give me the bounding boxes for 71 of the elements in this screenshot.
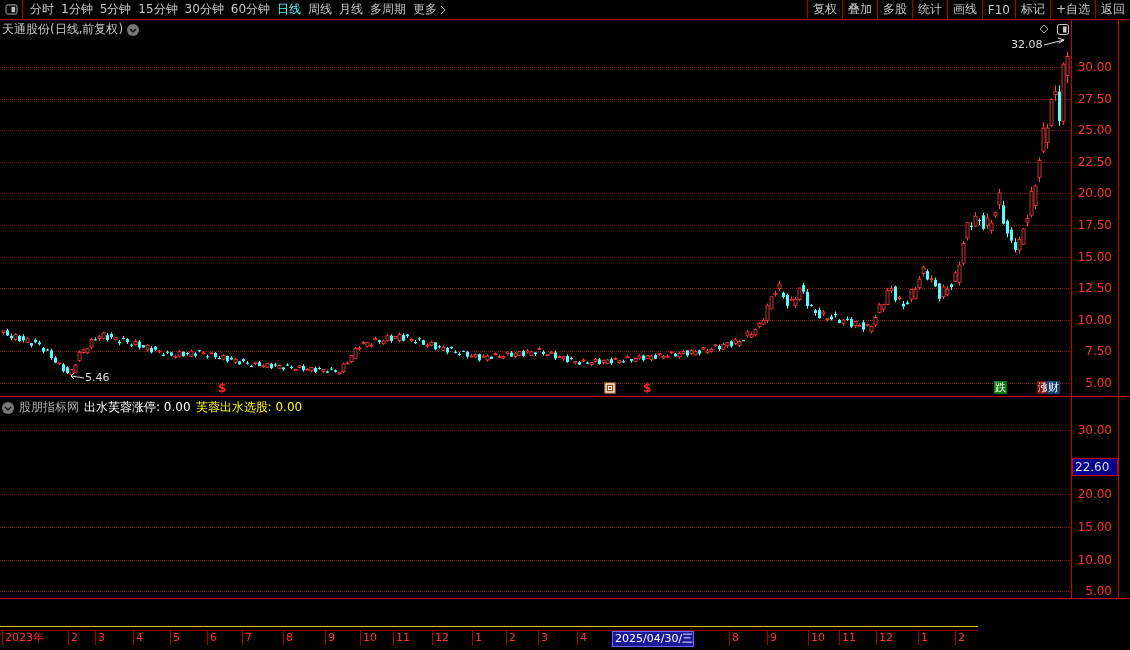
axis-label: 5.00 <box>1085 376 1112 390</box>
date-label: 11 <box>839 631 856 645</box>
period-tab[interactable]: 15分钟 <box>138 1 178 18</box>
dropdown-icon[interactable] <box>2 401 14 414</box>
signal-mark: $ <box>218 381 227 395</box>
indicator-value: 芙蓉出水选股: 0.00 <box>195 399 303 416</box>
current-value-label: 22.60 <box>1072 458 1118 476</box>
axis-label: 10.00 <box>1077 312 1112 327</box>
axis-label: 20.00 <box>1077 487 1112 501</box>
date-label: 10 <box>360 631 377 645</box>
date-label: 12 <box>432 631 449 645</box>
date-label: 2 <box>506 631 516 645</box>
axis-label: 5.00 <box>1085 584 1112 598</box>
arrow-icon <box>70 372 85 380</box>
signal-mark: $ <box>643 381 652 395</box>
diamond-icon[interactable] <box>1039 24 1049 34</box>
dropdown-icon[interactable] <box>127 23 140 36</box>
period-tab[interactable]: 60分钟 <box>230 1 271 18</box>
axis-label: 12.50 <box>1077 281 1112 296</box>
period-tab[interactable]: 多周期 <box>370 1 407 18</box>
axis-label: 15.00 <box>1077 520 1112 534</box>
indicator-source: 股朋指标网 <box>19 399 79 416</box>
date-label: 1 <box>472 631 482 645</box>
date-label: 8 <box>729 631 739 645</box>
period-tab[interactable]: 1分钟 <box>61 1 93 18</box>
period-tab[interactable]: 30分钟 <box>184 1 224 18</box>
axis-label: 20.00 <box>1077 186 1112 201</box>
axis-label: 17.50 <box>1077 218 1112 232</box>
date-label: 2025/04/30/三 <box>612 631 695 647</box>
date-label: 4 <box>577 631 587 645</box>
date-label: 4 <box>133 631 143 645</box>
period-tab[interactable]: 5分钟 <box>99 1 132 18</box>
date-label: 3 <box>95 631 105 645</box>
axis-label: 7.50 <box>1085 344 1112 359</box>
low-price-label: 5.46 <box>85 371 110 384</box>
square-signal-icon <box>604 382 616 394</box>
date-label: 5 <box>170 631 180 645</box>
axis-label: 30.00 <box>1077 60 1112 74</box>
date-label: 10 <box>808 631 825 645</box>
date-label: 2023年 <box>2 631 44 645</box>
signal-tag: 跌 <box>994 381 1007 394</box>
stock-title: 天通股份(日线,前复权) <box>2 21 124 38</box>
date-label: 9 <box>767 631 777 645</box>
signal-tag: 财 <box>1047 381 1060 394</box>
axis-label: 22.50 <box>1077 154 1112 169</box>
axis-label: 27.50 <box>1077 91 1112 106</box>
chevron-right-icon[interactable] <box>440 4 447 15</box>
indicator-value: 出水芙蓉涨停: 0.00 <box>84 399 191 416</box>
date-label: 8 <box>283 631 293 645</box>
date-label: 9 <box>325 631 335 645</box>
period-tab[interactable]: 更多 <box>413 1 438 18</box>
date-label: 2 <box>68 631 78 645</box>
date-label: 12 <box>876 631 893 645</box>
period-tab[interactable]: 分时 <box>30 1 54 18</box>
date-label: 2 <box>955 631 965 645</box>
period-tab[interactable]: 周线 <box>308 1 333 18</box>
axis-label: 10.00 <box>1077 553 1112 567</box>
date-label: 3 <box>538 631 548 645</box>
axis-label: 15.00 <box>1077 249 1112 264</box>
axis-label: 25.00 <box>1077 123 1112 138</box>
period-tab[interactable]: 月线 <box>339 1 364 18</box>
date-label: 1 <box>918 631 928 645</box>
high-price-label: 32.08 <box>1011 38 1043 51</box>
panel-toggle-icon[interactable] <box>4 4 18 15</box>
period-tab[interactable]: 日线 <box>277 1 302 18</box>
panel-toggle-icon[interactable] <box>1057 24 1069 35</box>
axis-label: 30.00 <box>1077 423 1112 437</box>
date-label: 6 <box>207 631 217 645</box>
date-label: 7 <box>242 631 252 645</box>
arrow-icon <box>1043 37 1065 46</box>
date-label: 11 <box>393 631 410 645</box>
